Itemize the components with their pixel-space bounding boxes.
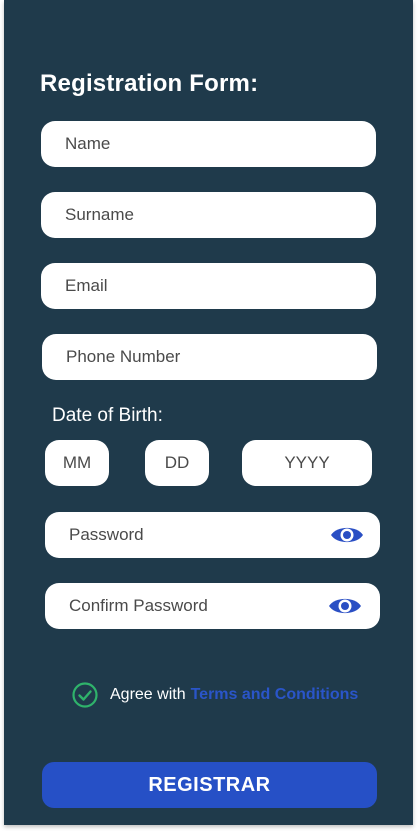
dob-day-placeholder: DD (164, 453, 190, 472)
agree-text: Agree with (110, 686, 186, 703)
dob-month-input[interactable]: MM (45, 440, 109, 486)
confirm-password-input[interactable]: Confirm Password (45, 583, 380, 629)
phone-number-placeholder: Phone Number (66, 347, 181, 366)
surname-placeholder: Surname (65, 205, 134, 224)
dob-day-input[interactable]: DD (145, 440, 209, 486)
name-placeholder: Name (65, 134, 111, 153)
email-input[interactable]: Email (41, 263, 376, 309)
dob-month-placeholder: MM (62, 453, 92, 472)
eye-icon[interactable] (328, 595, 362, 617)
eye-icon[interactable] (330, 524, 364, 546)
dob-year-placeholder: YYYY (284, 453, 330, 472)
password-input[interactable]: Password (45, 512, 380, 558)
terms-and-conditions-link[interactable]: Terms and Conditions (191, 686, 359, 704)
register-button[interactable]: REGISTRAR (42, 762, 377, 808)
dob-year-input[interactable]: YYYY (242, 440, 372, 486)
check-circle-icon[interactable] (72, 682, 98, 708)
password-placeholder: Password (69, 525, 144, 544)
form-title: Registration Form: (40, 70, 259, 97)
confirm-password-placeholder: Confirm Password (69, 596, 208, 615)
phone-number-input[interactable]: Phone Number (42, 334, 377, 380)
surname-input[interactable]: Surname (41, 192, 376, 238)
email-placeholder: Email (65, 276, 108, 295)
name-input[interactable]: Name (41, 121, 376, 167)
date-of-birth-label: Date of Birth: (52, 405, 163, 426)
agree-terms-row: Agree with Terms and Conditions (72, 682, 358, 708)
registration-screen: Registration Form: Name Surname Email Ph… (4, 0, 413, 825)
